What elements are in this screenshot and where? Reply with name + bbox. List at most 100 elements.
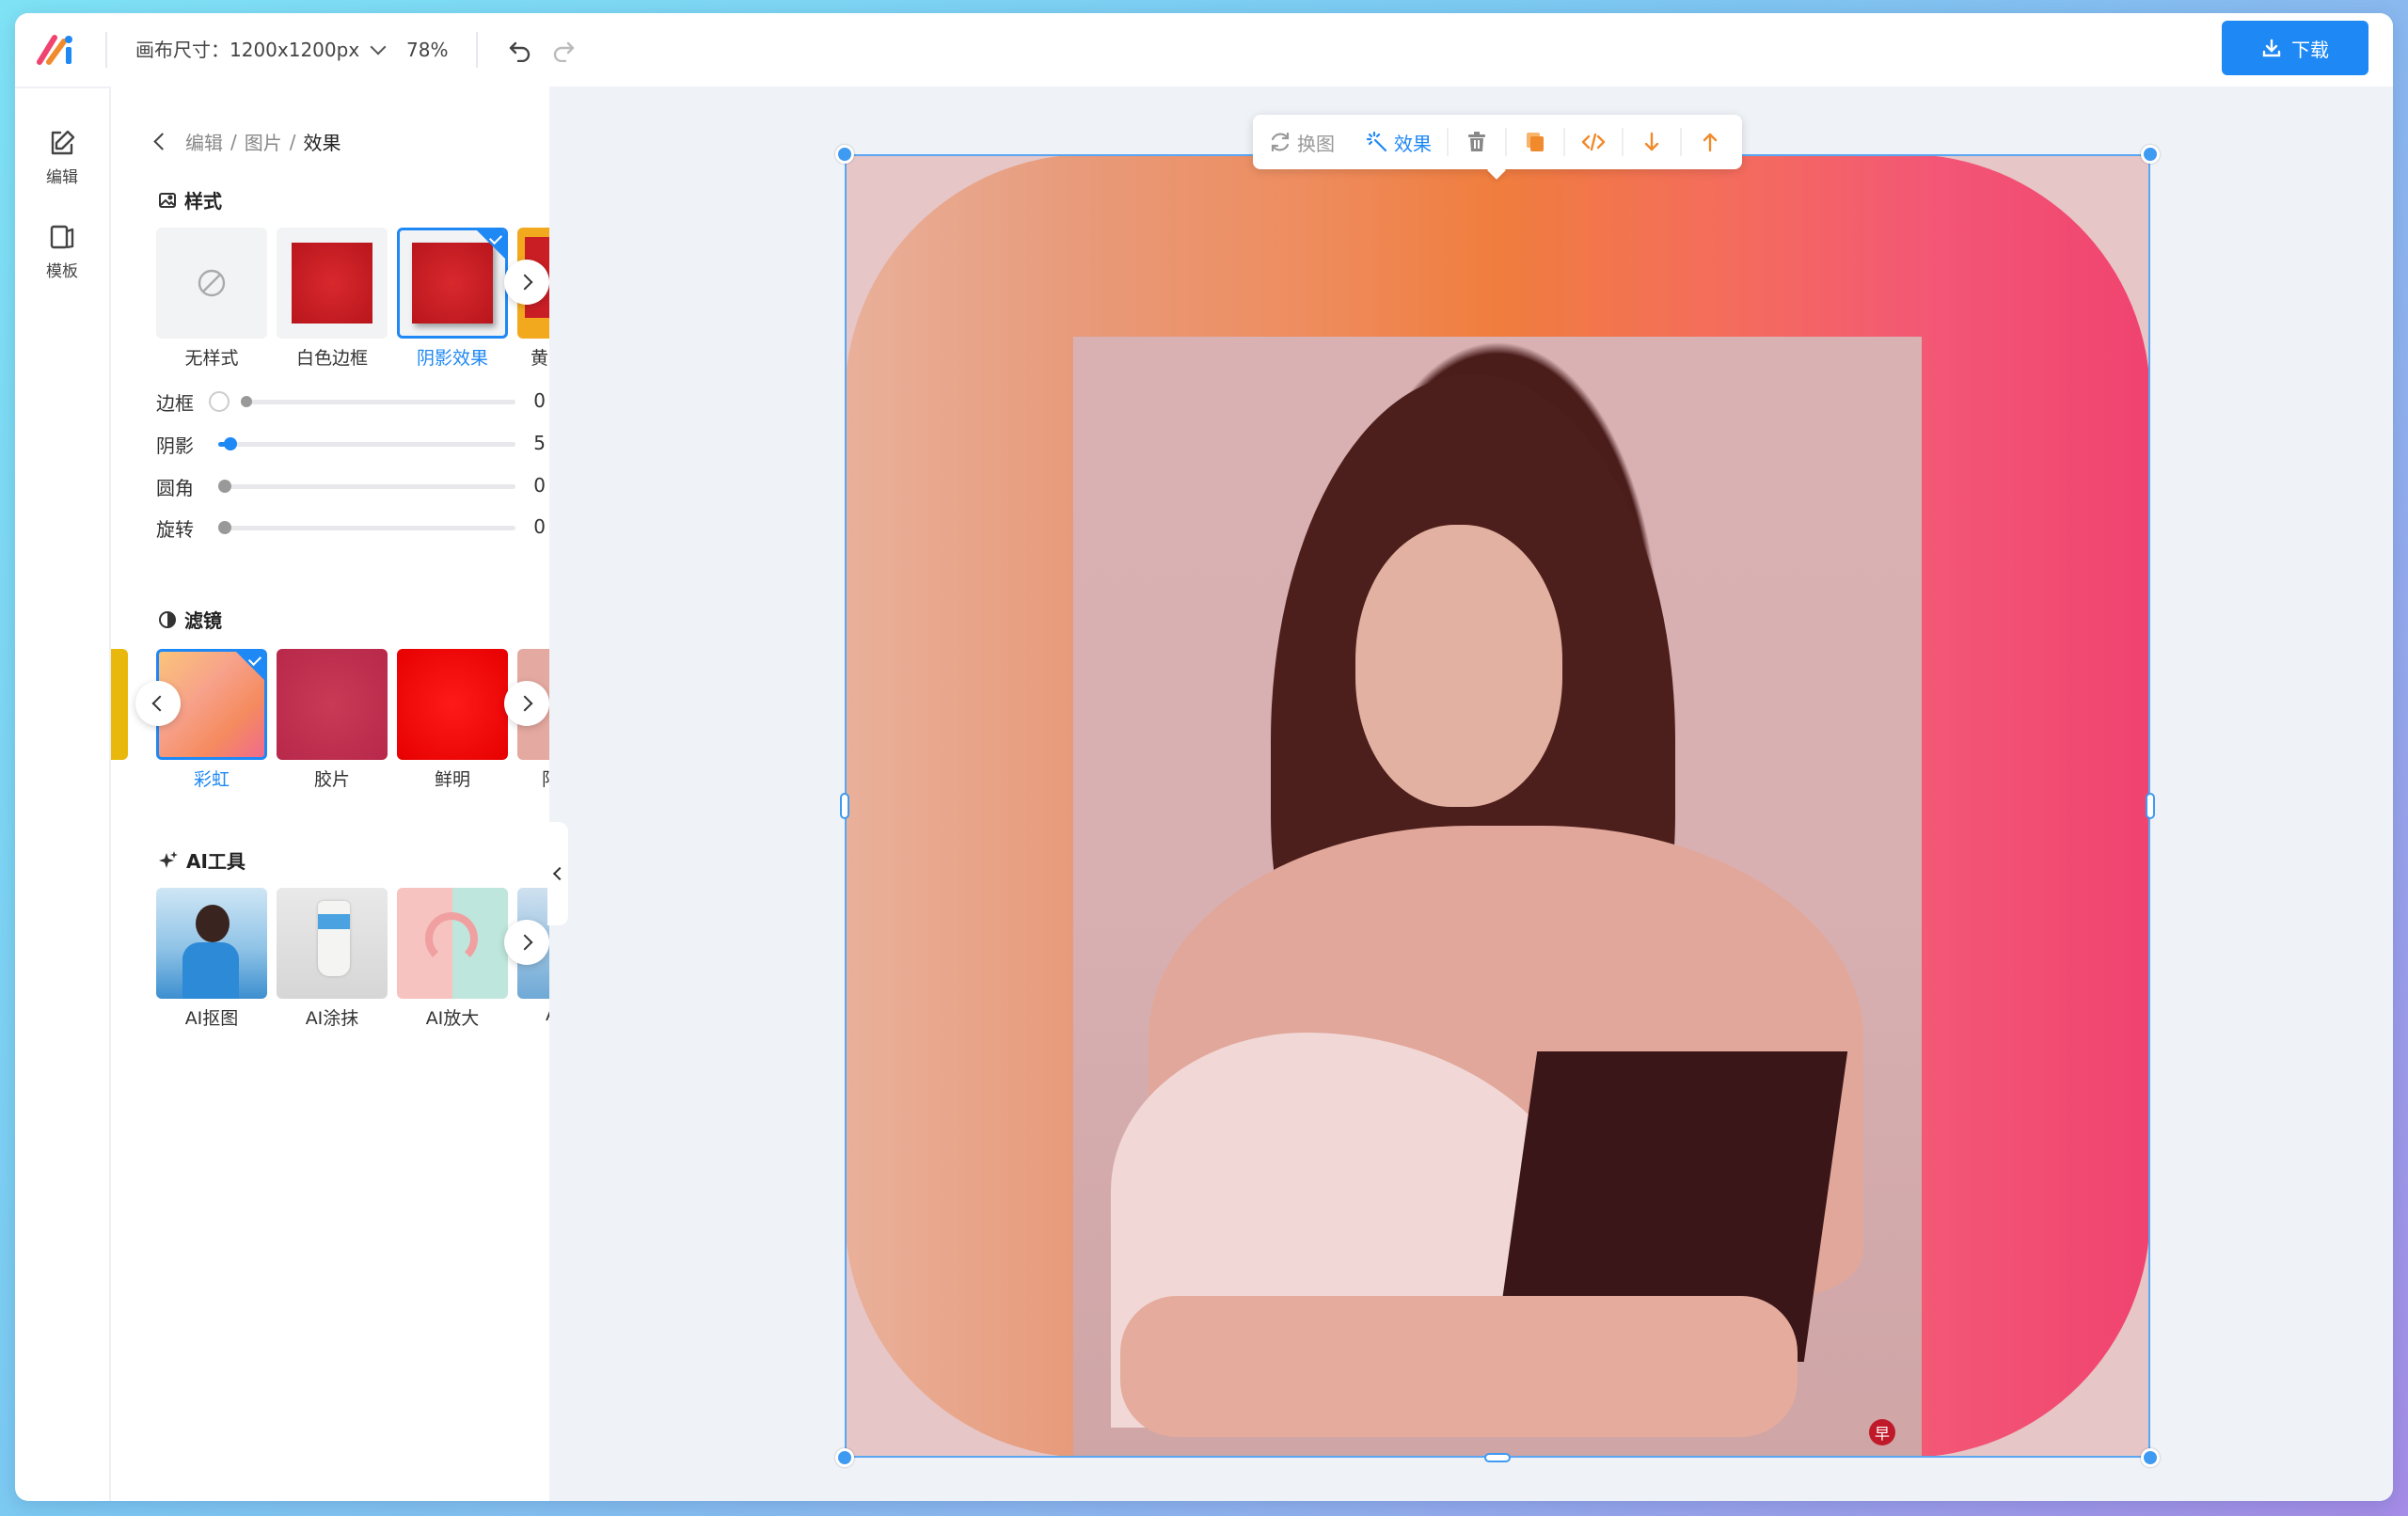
resize-handle-bottom[interactable] [1484, 1453, 1511, 1462]
canvas-size-label: 画布尺寸：1200x1200px [135, 39, 360, 61]
edit-icon [51, 130, 75, 155]
ai-upscale[interactable] [397, 888, 508, 999]
slider-knob[interactable] [218, 480, 231, 493]
magic-icon [1366, 131, 1387, 152]
border-toggle[interactable] [209, 391, 230, 412]
effect-label: 效果 [1394, 132, 1432, 155]
chevron-left-icon [552, 866, 567, 881]
copy-button[interactable] [1507, 115, 1563, 169]
ai-preview-body [182, 942, 239, 999]
top-bar: 画布尺寸：1200x1200px 78% 下载 [15, 13, 2393, 88]
breadcrumb-separator: / [289, 130, 296, 153]
selected-check-icon [477, 230, 505, 259]
breadcrumb-current: 效果 [303, 132, 341, 154]
slider-border: 边框 0 [156, 387, 546, 416]
rail-item-label: 模板 [46, 262, 78, 281]
selection-border [845, 154, 2150, 1458]
delete-button[interactable] [1449, 115, 1505, 169]
floating-toolbar: 换图 效果 [1253, 115, 1742, 169]
effect-button[interactable]: 效果 [1351, 115, 1447, 169]
resize-handle-bottom-left[interactable] [835, 1448, 854, 1467]
filter-film[interactable] [277, 649, 388, 760]
filter-label: 胶片 [313, 769, 350, 790]
slider-track[interactable] [218, 442, 515, 447]
slider-track[interactable] [218, 526, 515, 530]
arrow-up-icon [1703, 133, 1718, 152]
resize-handle-top-left[interactable] [835, 145, 854, 164]
undo-button[interactable] [504, 34, 536, 66]
replace-image-button[interactable]: 换图 [1253, 115, 1351, 169]
breadcrumb-separator: / [230, 130, 237, 153]
ai-next-button[interactable] [504, 920, 549, 965]
style-shadow[interactable] [397, 228, 508, 339]
sparkle-icon [159, 850, 178, 868]
download-button[interactable]: 下载 [2222, 21, 2368, 75]
left-rail: 编辑 模板 [15, 87, 111, 1501]
resize-handle-right[interactable] [2146, 793, 2155, 819]
slider-radius: 圆角 0 [156, 472, 546, 500]
style-label: 白色边框 [295, 348, 368, 369]
ai-section-title: AI工具 [158, 846, 246, 874]
rail-item-edit[interactable]: 编辑 [15, 128, 109, 187]
rail-item-label: 编辑 [46, 168, 78, 187]
move-up-button[interactable] [1682, 115, 1738, 169]
redo-button[interactable] [547, 34, 579, 66]
ai-erase[interactable] [277, 888, 388, 999]
ai-cutout[interactable] [156, 888, 267, 999]
ai-label: AI抠图 [184, 1008, 239, 1029]
resize-handle-top-right[interactable] [2141, 145, 2160, 164]
style-preview [292, 243, 372, 324]
filter-label: 鲜明 [434, 769, 470, 790]
slider-track[interactable] [218, 484, 515, 489]
slider-knob[interactable] [241, 396, 252, 407]
style-white-border[interactable] [277, 228, 388, 339]
properties-panel: 编辑 / 图片 / 效果 样式 无样式 白色边框 阴影效果 黄色 [111, 87, 549, 1501]
slider-label: 旋转 [156, 517, 194, 541]
filter-next-button[interactable] [504, 681, 549, 726]
slider-label: 阴影 [156, 434, 194, 457]
code-button[interactable] [1565, 115, 1622, 169]
slider-label: 圆角 [156, 476, 194, 499]
slider-knob[interactable] [218, 521, 231, 534]
style-next-button[interactable] [504, 260, 549, 305]
selected-check-icon [236, 652, 264, 680]
refresh-icon [1271, 132, 1290, 152]
filter-prev-button[interactable] [135, 681, 181, 726]
breadcrumb: 编辑 / 图片 / 效果 [153, 128, 341, 155]
filter-label: 彩虹 [193, 769, 230, 790]
style-none[interactable] [156, 228, 267, 339]
contrast-icon [159, 610, 176, 628]
app-window: 画布尺寸：1200x1200px 78% 下载 编辑 模板 编辑 / 图片 / … [15, 13, 2393, 1501]
slider-value: 0 [533, 389, 546, 412]
collapse-panel-button[interactable] [547, 822, 568, 925]
zoom-level[interactable]: 78% [406, 34, 448, 66]
style-section-title: 样式 [158, 186, 222, 213]
divider [105, 32, 107, 68]
filter-prev-partial[interactable] [111, 649, 128, 760]
filter-section-title: 滤镜 [158, 606, 222, 633]
rail-item-template[interactable]: 模板 [15, 222, 109, 281]
undo-icon [509, 41, 531, 62]
slider-knob[interactable] [224, 437, 237, 450]
app-logo[interactable] [36, 30, 79, 68]
arrow-down-icon [1644, 132, 1659, 151]
breadcrumb-image[interactable]: 图片 [245, 128, 282, 155]
breadcrumb-edit[interactable]: 编辑 [185, 128, 223, 155]
resize-handle-bottom-right[interactable] [2141, 1448, 2160, 1467]
back-icon[interactable] [153, 133, 171, 150]
canvas-size-dropdown[interactable]: 画布尺寸：1200x1200px [135, 34, 387, 66]
ai-preview-head [196, 905, 230, 942]
ai-title-label: AI工具 [186, 850, 246, 873]
move-down-button[interactable] [1624, 115, 1680, 169]
slider-track[interactable] [243, 400, 515, 404]
code-icon [1581, 133, 1606, 151]
slider-label: 边框 [156, 391, 194, 415]
filter-vivid[interactable] [397, 649, 508, 760]
chevron-right-icon [516, 274, 533, 291]
resize-handle-left[interactable] [840, 793, 849, 819]
divider [476, 32, 478, 68]
copy-icon [1527, 133, 1544, 151]
slider-value: 0 [533, 515, 546, 538]
ai-preview-headphone [425, 912, 478, 965]
redo-icon [553, 41, 575, 62]
